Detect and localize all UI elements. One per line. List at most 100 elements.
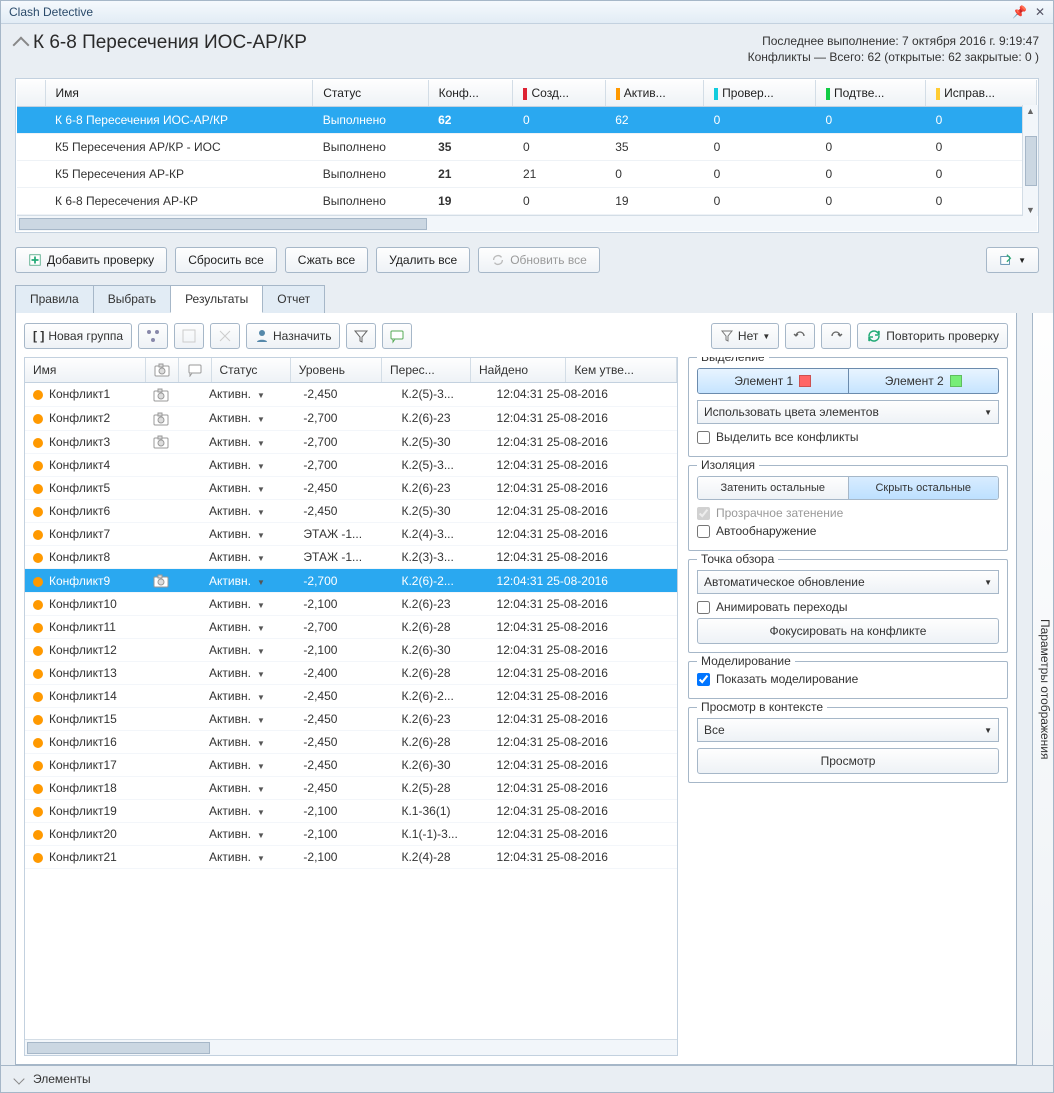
results-row[interactable]: Конфликт4 Активн.▼ -2,700К.2(5)-3...12:0… bbox=[25, 454, 677, 477]
status-dot-icon bbox=[33, 807, 43, 817]
results-table[interactable]: Имя СтатусУровеньПерес...НайденоКем утве.… bbox=[25, 358, 677, 383]
results-row[interactable]: Конфликт13 Активн.▼ -2,400К.2(6)-2812:04… bbox=[25, 662, 677, 685]
status-dot-icon bbox=[33, 738, 43, 748]
results-row[interactable]: Конфликт9 Активн.▼ -2,700К.2(6)-2...12:0… bbox=[25, 569, 677, 593]
results-h-scrollbar[interactable] bbox=[25, 1039, 677, 1055]
dim-other-button[interactable]: Затенить остальные bbox=[698, 477, 848, 499]
export-button[interactable]: ▼ bbox=[986, 247, 1039, 273]
results-col-header[interactable]: Уровень bbox=[290, 358, 381, 383]
status-dot-icon bbox=[33, 390, 43, 400]
tab-2[interactable]: Результаты bbox=[170, 285, 263, 313]
results-row[interactable]: Конфликт17 Активн.▼ -2,450К.2(6)-3012:04… bbox=[25, 754, 677, 777]
group-clear-icon bbox=[217, 328, 233, 344]
results-row[interactable]: Конфликт18 Активн.▼ -2,450К.2(5)-2812:04… bbox=[25, 777, 677, 800]
group-remove-icon bbox=[181, 328, 197, 344]
results-col-header[interactable] bbox=[178, 358, 211, 383]
results-row[interactable]: Конфликт7 Активн.▼ ЭТАЖ -1...К.2(4)-3...… bbox=[25, 523, 677, 546]
tests-col-header[interactable]: Конф... bbox=[428, 80, 513, 107]
results-row[interactable]: Конфликт5 Активн.▼ -2,450К.2(6)-2312:04:… bbox=[25, 477, 677, 500]
rerun-button[interactable]: Повторить проверку bbox=[857, 323, 1008, 349]
isolation-group: Изоляция Затенить остальные Скрыть остал… bbox=[688, 465, 1008, 551]
new-group-button[interactable]: [ ]Новая группа bbox=[24, 323, 132, 349]
results-row[interactable]: Конфликт20 Активн.▼ -2,100К.1(-1)-3...12… bbox=[25, 823, 677, 846]
results-row[interactable]: Конфликт19 Активн.▼ -2,100К.1-36(1)12:04… bbox=[25, 800, 677, 823]
tests-col-header[interactable]: Статус bbox=[313, 80, 428, 107]
item1-button[interactable]: Элемент 1 bbox=[698, 369, 848, 393]
results-row[interactable]: Конфликт3 Активн.▼ -2,700К.2(5)-3012:04:… bbox=[25, 430, 677, 454]
animate-checkbox[interactable]: Анимировать переходы bbox=[697, 600, 999, 614]
tests-col-header[interactable]: Актив... bbox=[605, 80, 703, 107]
results-row[interactable]: Конфликт6 Активн.▼ -2,450К.2(5)-3012:04:… bbox=[25, 500, 677, 523]
display-settings-tab[interactable]: Параметры отображения bbox=[1032, 313, 1053, 1065]
status-dot-icon bbox=[33, 530, 43, 540]
results-row[interactable]: Конфликт2 Активн.▼ -2,700К.2(6)-2312:04:… bbox=[25, 406, 677, 430]
results-row[interactable]: Конфликт11 Активн.▼ -2,700К.2(6)-2812:04… bbox=[25, 616, 677, 639]
results-row[interactable]: Конфликт16 Активн.▼ -2,450К.2(6)-2812:04… bbox=[25, 731, 677, 754]
group-explode-button[interactable] bbox=[138, 323, 168, 349]
undo-icon bbox=[792, 328, 808, 344]
pin-icon[interactable]: 📌 bbox=[1012, 5, 1027, 19]
update-all-button[interactable]: Обновить все bbox=[478, 247, 600, 273]
results-row[interactable]: Конфликт15 Активн.▼ -2,450К.2(6)-2312:04… bbox=[25, 708, 677, 731]
delete-all-button[interactable]: Удалить все bbox=[376, 247, 470, 273]
tests-col-header[interactable]: Имя bbox=[45, 80, 313, 107]
results-col-header[interactable]: Имя bbox=[25, 358, 145, 383]
hide-other-button[interactable]: Скрыть остальные bbox=[848, 477, 999, 499]
show-sim-checkbox[interactable]: Показать моделирование bbox=[697, 672, 999, 686]
comment-button[interactable] bbox=[382, 323, 412, 349]
tests-row[interactable]: К 6-8 Пересечения АР-КРВыполнено19019000 bbox=[17, 188, 1037, 215]
group-clear-button[interactable] bbox=[210, 323, 240, 349]
tests-col-header[interactable]: Исправ... bbox=[926, 80, 1037, 107]
reset-all-button[interactable]: Сбросить все bbox=[175, 247, 277, 273]
tests-row[interactable]: К 6-8 Пересечения ИОС-АР/КРВыполнено6206… bbox=[17, 107, 1037, 134]
tab-3[interactable]: Отчет bbox=[262, 285, 325, 313]
tab-0[interactable]: Правила bbox=[15, 285, 94, 313]
group-remove-button[interactable] bbox=[174, 323, 204, 349]
none-filter-button[interactable]: Нет▼ bbox=[711, 323, 779, 349]
status-dot-icon bbox=[33, 715, 43, 725]
tests-row[interactable]: К5 Пересечения АР/КР - ИОСВыполнено35035… bbox=[17, 134, 1037, 161]
export-icon bbox=[999, 253, 1013, 267]
tests-col-header[interactable]: Созд... bbox=[513, 80, 605, 107]
results-col-header[interactable]: Кем утве... bbox=[566, 358, 677, 383]
results-row[interactable]: Конфликт1 Активн.▼ -2,450К.2(5)-3...12:0… bbox=[25, 383, 677, 406]
results-col-header[interactable]: Статус bbox=[211, 358, 290, 383]
status-dot-icon bbox=[33, 646, 43, 656]
tests-col-header[interactable]: Подтве... bbox=[815, 80, 925, 107]
results-row[interactable]: Конфликт14 Активн.▼ -2,450К.2(6)-2...12:… bbox=[25, 685, 677, 708]
focus-button[interactable]: Фокусировать на конфликте bbox=[697, 618, 999, 644]
filter-icon bbox=[353, 328, 369, 344]
transparent-dim-checkbox[interactable]: Прозрачное затенение bbox=[697, 506, 999, 520]
results-row[interactable]: Конфликт12 Активн.▼ -2,100К.2(6)-3012:04… bbox=[25, 639, 677, 662]
close-icon[interactable]: ✕ bbox=[1035, 5, 1045, 19]
add-test-button[interactable]: Добавить проверку bbox=[15, 247, 167, 273]
results-col-header[interactable] bbox=[145, 358, 178, 383]
tests-h-scrollbar[interactable] bbox=[17, 215, 1037, 231]
tab-1[interactable]: Выбрать bbox=[93, 285, 171, 313]
redo-button[interactable] bbox=[821, 323, 851, 349]
viewpoint-mode-dropdown[interactable]: Автоматическое обновление▼ bbox=[697, 570, 999, 594]
color-mode-dropdown[interactable]: Использовать цвета элементов▼ bbox=[697, 400, 999, 424]
status-dot-icon bbox=[33, 761, 43, 771]
tests-row[interactable]: К5 Пересечения АР-КРВыполнено21210000 bbox=[17, 161, 1037, 188]
context-group: Просмотр в контексте Все▼ Просмотр bbox=[688, 707, 1008, 783]
tests-col-header[interactable]: Провер... bbox=[704, 80, 816, 107]
results-row[interactable]: Конфликт10 Активн.▼ -2,100К.2(6)-2312:04… bbox=[25, 593, 677, 616]
highlight-all-checkbox[interactable]: Выделить все конфликты bbox=[697, 430, 999, 444]
tests-table-wrap: ИмяСтатусКонф...Созд...Актив...Провер...… bbox=[15, 78, 1039, 233]
results-col-header[interactable]: Перес... bbox=[382, 358, 471, 383]
assign-button[interactable]: Назначить bbox=[246, 323, 340, 349]
results-col-header[interactable]: Найдено bbox=[471, 358, 566, 383]
settings-button[interactable] bbox=[346, 323, 376, 349]
context-dropdown[interactable]: Все▼ bbox=[697, 718, 999, 742]
auto-reveal-checkbox[interactable]: Автообнаружение bbox=[697, 524, 999, 538]
item2-button[interactable]: Элемент 2 bbox=[848, 369, 999, 393]
undo-button[interactable] bbox=[785, 323, 815, 349]
results-row[interactable]: Конфликт21 Активн.▼ -2,100К.2(4)-2812:04… bbox=[25, 846, 677, 869]
compact-all-button[interactable]: Сжать все bbox=[285, 247, 368, 273]
items-panel-header[interactable]: Элементы bbox=[1, 1065, 1053, 1092]
tests-v-scrollbar[interactable]: ▲▼ bbox=[1022, 105, 1038, 216]
tests-table[interactable]: ИмяСтатусКонф...Созд...Актив...Провер...… bbox=[17, 80, 1037, 215]
results-row[interactable]: Конфликт8 Активн.▼ ЭТАЖ -1...К.2(3)-3...… bbox=[25, 546, 677, 569]
view-button[interactable]: Просмотр bbox=[697, 748, 999, 774]
